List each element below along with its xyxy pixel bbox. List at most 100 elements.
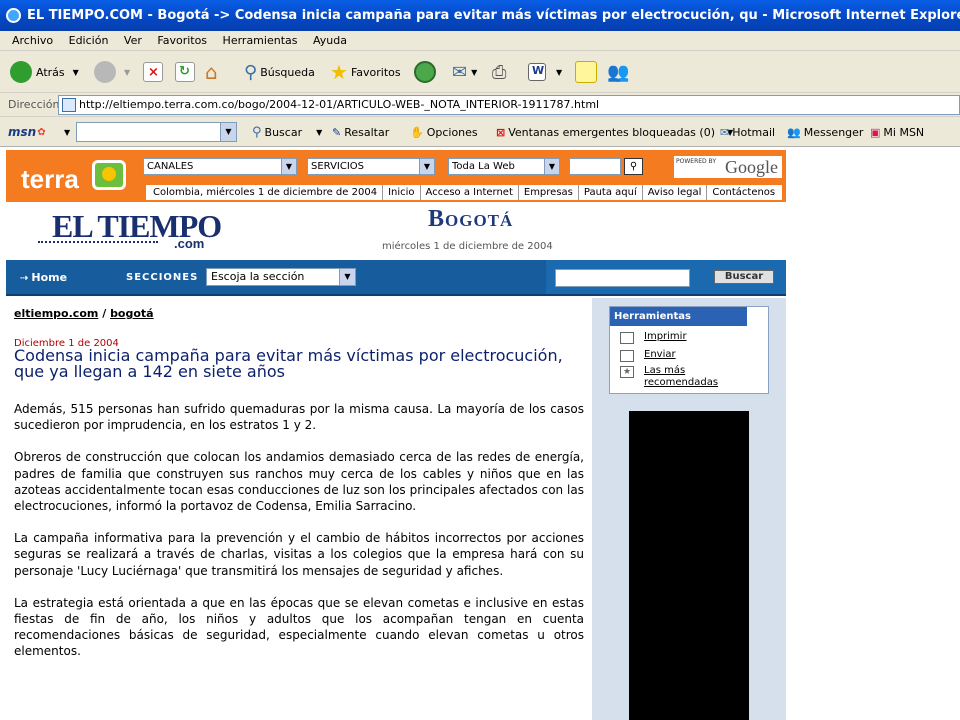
send-tool[interactable]: Enviar [620, 349, 676, 362]
terra-header: terra CANALES ▼ SERVICIOS ▼ Toda La Web … [6, 150, 786, 202]
star-icon: ★ [620, 366, 634, 378]
msn-search-input[interactable]: ▼ [76, 122, 237, 142]
hotmail-label: Hotmail [732, 125, 776, 139]
mymsn-label: Mi MSN [883, 125, 925, 139]
terra-nav-acceso[interactable]: Acceso a Internet [419, 185, 518, 200]
chevron-down-icon: ▼ [544, 159, 559, 174]
secciones-label: SECCIONES [126, 272, 199, 283]
terra-nav-empresas[interactable]: Empresas [517, 185, 578, 200]
article-paragraph: La campaña informativa para la prevenció… [14, 531, 584, 578]
menu-edicion[interactable]: Edición [63, 31, 115, 51]
print-link[interactable]: Imprimir [644, 331, 687, 344]
print-tool[interactable]: Imprimir [620, 331, 687, 344]
edit-dropdown-icon[interactable]: ▼ [556, 68, 562, 77]
breadcrumb-bogota[interactable]: bogotá [110, 307, 154, 320]
article-headline: Codensa inicia campaña para evitar más v… [14, 346, 563, 381]
article-body: Además, 515 personas han sufrido quemadu… [14, 401, 584, 676]
tools-title: Herramientas [610, 307, 747, 326]
menu-ver[interactable]: Ver [118, 31, 148, 51]
highlight-label: Resaltar [344, 125, 390, 139]
home-button[interactable]: ⌂ [205, 59, 218, 85]
mail-dropdown-icon[interactable]: ▼ [471, 68, 477, 77]
chevron-down-icon: ▼ [419, 159, 434, 174]
favorites-label: Favoritos [350, 65, 401, 79]
article-paragraph: Obreros de construcción que colocan los … [14, 450, 584, 514]
powered-by-google: POWERED BY Google [674, 156, 782, 178]
msn-search-dropdown-icon[interactable]: ▼ [220, 123, 236, 141]
mail-button[interactable]: ✉ ▼ [452, 59, 477, 85]
edit-button[interactable]: W ▼ [528, 59, 562, 85]
mymsn-button[interactable]: ▣ Mi MSN [870, 124, 924, 140]
popup-blocked-icon: ⊠ [496, 125, 506, 139]
messenger-icon: 👥 [787, 125, 801, 139]
back-button[interactable]: Atrás ▼ [10, 59, 79, 85]
menu-ayuda[interactable]: Ayuda [307, 31, 353, 51]
terra-cube-icon [92, 160, 126, 190]
terra-search-button[interactable]: ⚲ [624, 158, 643, 175]
sidebar: Herramientas Imprimir Enviar ★ Las más re… [592, 298, 786, 720]
terra-nav-contactenos[interactable]: Contáctenos [706, 185, 780, 200]
terra-nav-inicio[interactable]: Inicio [382, 185, 419, 200]
highlighter-icon: ✎ [332, 125, 342, 139]
mail-icon: ✉ [452, 61, 468, 83]
article-paragraph: Además, 515 personas han sufrido quemadu… [14, 402, 584, 433]
options-button[interactable]: ✋ Opciones [410, 124, 478, 140]
menu-herramientas[interactable]: Herramientas [217, 31, 304, 51]
ie-icon [6, 8, 21, 23]
google-logo: Google [725, 157, 778, 177]
scope-select[interactable]: Toda La Web ▼ [448, 158, 560, 175]
search-button[interactable]: ⚲ Búsqueda [244, 59, 315, 85]
servicios-select[interactable]: SERVICIOS ▼ [307, 158, 435, 175]
canales-select[interactable]: CANALES ▼ [143, 158, 297, 175]
terra-logo[interactable]: terra [21, 164, 79, 195]
site-search-button[interactable]: Buscar [714, 270, 774, 284]
history-button[interactable] [414, 59, 440, 85]
stop-button[interactable]: × [143, 59, 163, 85]
discuss-button[interactable] [575, 59, 597, 85]
site-search-input[interactable] [555, 269, 690, 287]
back-label: Atrás [36, 65, 65, 79]
printer-icon: ⎙ [492, 61, 507, 83]
web-page: terra CANALES ▼ SERVICIOS ▼ Toda La Web … [0, 147, 960, 720]
refresh-button[interactable]: ↻ [175, 59, 195, 85]
favorites-button[interactable]: ★ Favoritos [330, 59, 401, 85]
msn-search-options-dropdown-icon[interactable]: ▼ [316, 128, 322, 137]
msn-search-button[interactable]: ⚲ Buscar ▼ [252, 124, 322, 140]
most-recommended-tool[interactable]: ★ Las más recomendadas [620, 365, 718, 389]
note-icon [575, 61, 597, 83]
magnifier-icon: ⚲ [252, 124, 262, 140]
hotmail-button[interactable]: ✉ Hotmail [720, 124, 775, 140]
servicios-value: SERVICIOS [311, 161, 365, 172]
msn-menu-dropdown-icon[interactable]: ▼ [64, 124, 70, 140]
messenger-toolbar-button[interactable]: 👥 [607, 59, 629, 85]
msn-logo[interactable]: msn ✿ [8, 124, 46, 140]
window-title: EL TIEMPO.COM - Bogotá -> Codensa inicia… [27, 8, 960, 23]
forward-button[interactable]: ▼ [94, 59, 130, 85]
star-icon: ★ [330, 60, 348, 84]
page-icon [62, 98, 76, 112]
messenger-button[interactable]: 👥 Messenger [787, 124, 863, 140]
most-recommended-link[interactable]: Las más recomendadas [644, 365, 718, 389]
chevron-down-icon: ▼ [281, 159, 296, 174]
article: eltiempo.com / bogotá Diciembre 1 de 200… [6, 298, 592, 720]
terra-nav-aviso-legal[interactable]: Aviso legal [641, 185, 707, 200]
terra-search-input[interactable] [569, 158, 621, 175]
send-link[interactable]: Enviar [644, 349, 676, 362]
back-dropdown-icon[interactable]: ▼ [73, 68, 79, 77]
standard-toolbar: Atrás ▼ ▼ × ↻ ⌂ ⚲ Búsqueda ★ Favoritos ✉… [0, 51, 960, 93]
home-link[interactable]: ⇢ Home [20, 271, 67, 284]
secciones-select[interactable]: Escoja la sección ▼ [206, 268, 356, 286]
terra-nav-pauta[interactable]: Pauta aquí [577, 185, 642, 200]
address-input[interactable]: http://eltiempo.terra.com.co/bogo/2004-1… [58, 95, 960, 115]
ad-banner[interactable] [629, 411, 749, 720]
print-button[interactable]: ⎙ [492, 59, 506, 85]
menu-favoritos[interactable]: Favoritos [151, 31, 213, 51]
menu-archivo[interactable]: Archivo [0, 31, 59, 51]
address-bar: Dirección http://eltiempo.terra.com.co/b… [0, 93, 960, 117]
secciones-select-value: Escoja la sección [211, 270, 305, 283]
double-arrow-icon: ⇢ [20, 273, 29, 284]
breadcrumb-eltiempo[interactable]: eltiempo.com [14, 307, 98, 320]
popup-blocker-button[interactable]: ⊠ Ventanas emergentes bloqueadas (0) ▼ [496, 124, 733, 140]
forward-dropdown-icon[interactable]: ▼ [124, 68, 130, 77]
highlight-button[interactable]: ✎ Resaltar [332, 124, 389, 140]
